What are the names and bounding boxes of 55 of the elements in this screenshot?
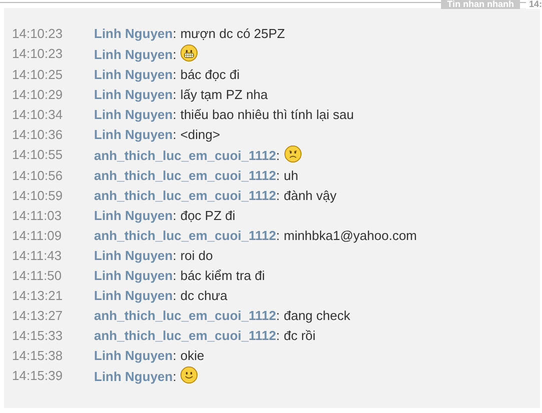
- message-text: bác kiểm tra đi: [180, 267, 265, 285]
- timestamp: 14:10:23: [11, 25, 64, 43]
- sender-name: anh_thich_luc_em_cuoi_1112:: [94, 147, 280, 165]
- message-text: đang check: [284, 307, 350, 325]
- sender-name: Linh Nguyen:: [94, 247, 176, 265]
- sender-name: Linh Nguyen:: [94, 46, 176, 64]
- sender-name: Linh Nguyen:: [94, 287, 176, 305]
- message-text: <ding>: [180, 126, 220, 144]
- sender-name: anh_thich_luc_em_cuoi_1112:: [94, 327, 280, 345]
- smile-emoji-icon: [180, 366, 198, 384]
- sender-name: Linh Nguyen:: [94, 207, 176, 225]
- timestamp: 14:10:36: [11, 126, 64, 144]
- sender-name: Linh Nguyen:: [94, 126, 176, 144]
- sender-name: Linh Nguyen:: [94, 347, 176, 365]
- message-text: roi do: [180, 247, 213, 265]
- sender-name: Linh Nguyen:: [94, 66, 176, 84]
- sender-name: Linh Nguyen:: [94, 25, 176, 43]
- time-label: 14:: [526, 0, 542, 9]
- timestamp: 14:10:25: [11, 66, 64, 84]
- timestamp: 14:10:23: [11, 45, 64, 63]
- message-text: thiếu bao nhiêu thì tính lại sau: [180, 106, 354, 124]
- sender-name: Linh Nguyen:: [94, 368, 176, 386]
- message-text: dc chưa: [180, 287, 228, 305]
- timestamp: 14:11:43: [11, 247, 63, 265]
- timestamp: 14:15:38: [11, 347, 64, 365]
- sender-name: Linh Nguyen:: [94, 86, 176, 104]
- timestamp: 14:15:39: [11, 367, 64, 385]
- message-text: minhbka1@yahoo.com: [284, 227, 417, 245]
- timestamp: 14:10:34: [11, 106, 64, 124]
- timestamp: 14:13:27: [11, 307, 64, 325]
- message-text: bác đọc đi: [180, 66, 240, 84]
- sender-name: anh_thich_luc_em_cuoi_1112:: [94, 307, 280, 325]
- message-text: mượn dc có 25PZ: [180, 25, 285, 43]
- timestamp: 14:10:59: [11, 187, 64, 205]
- message-text: lấy tạm PZ nha: [180, 86, 268, 104]
- timestamp: 14:10:29: [11, 86, 64, 104]
- timestamp: 14:10:55: [11, 146, 64, 164]
- message-text: đành vậy: [284, 187, 336, 205]
- message-text: đc rồi: [284, 327, 316, 345]
- timestamp: 14:15:33: [11, 327, 64, 345]
- sender-name: anh_thich_luc_em_cuoi_1112:: [94, 187, 280, 205]
- message-text: uh: [284, 167, 298, 185]
- message-text: okie: [180, 347, 204, 365]
- timestamp: 14:11:09: [11, 227, 63, 245]
- grin-emoji-icon: [180, 44, 198, 62]
- timestamp: 14:11:03: [11, 207, 63, 225]
- timestamp: 14:10:56: [11, 167, 64, 185]
- sender-name: anh_thich_luc_em_cuoi_1112:: [94, 227, 280, 245]
- frown-emoji-icon: [284, 145, 302, 163]
- timestamp: 14:11:50: [11, 267, 63, 285]
- sender-name: Linh Nguyen:: [94, 267, 176, 285]
- sender-name: anh_thich_luc_em_cuoi_1112:: [94, 167, 280, 185]
- sender-name: Linh Nguyen:: [94, 106, 176, 124]
- timestamp: 14:13:21: [11, 287, 64, 305]
- message-text: đọc PZ đi: [180, 207, 236, 225]
